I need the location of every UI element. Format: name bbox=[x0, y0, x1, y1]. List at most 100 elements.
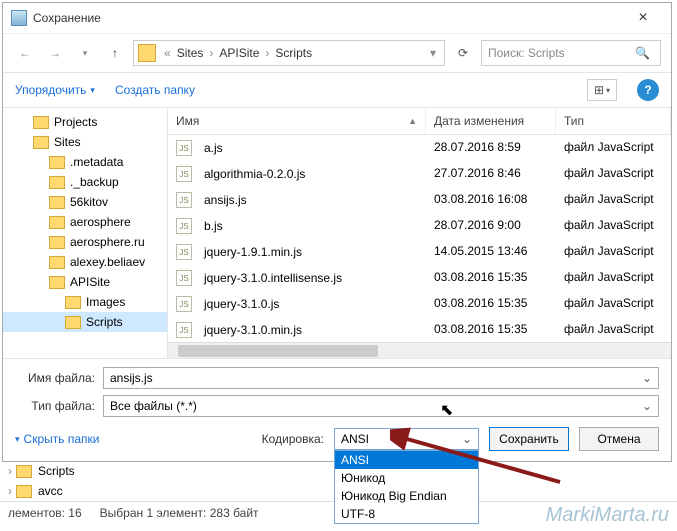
file-type: файл JavaScript bbox=[556, 164, 671, 184]
file-row[interactable]: JSjquery-3.1.0.min.js03.08.2016 15:35фай… bbox=[168, 317, 671, 342]
encoding-option[interactable]: Юникод bbox=[335, 469, 478, 487]
folder-icon bbox=[65, 316, 81, 329]
breadcrumb-item[interactable]: Sites bbox=[175, 46, 206, 60]
folder-icon bbox=[33, 136, 49, 149]
tree-item[interactable]: alexey.beliaev bbox=[3, 252, 167, 272]
file-name: jquery-3.1.0.intellisense.js bbox=[204, 271, 342, 285]
dialog-title: Сохранение bbox=[33, 11, 623, 25]
file-type: файл JavaScript bbox=[556, 320, 671, 340]
file-type: файл JavaScript bbox=[556, 190, 671, 210]
chevron-icon: « bbox=[160, 46, 175, 60]
recent-button[interactable]: ▾ bbox=[73, 41, 97, 65]
tree-item[interactable]: Sites bbox=[3, 132, 167, 152]
forward-button[interactable]: → bbox=[43, 41, 67, 65]
file-type: файл JavaScript bbox=[556, 294, 671, 314]
encoding-option[interactable]: UTF-8 bbox=[335, 505, 478, 523]
encoding-option[interactable]: ANSI bbox=[335, 451, 478, 469]
tree-item-label: aerosphere.ru bbox=[70, 235, 145, 249]
sort-asc-icon: ▲ bbox=[408, 116, 417, 126]
folder-tree[interactable]: Projects Sites .metadata._backup 56kitov aer… bbox=[3, 108, 168, 358]
tree-item-label: 56kitov bbox=[70, 195, 108, 209]
js-file-icon: JS bbox=[176, 270, 192, 286]
file-date: 28.07.2016 9:00 bbox=[426, 216, 556, 236]
folder-icon bbox=[49, 156, 65, 169]
tree-item[interactable]: Images bbox=[3, 292, 167, 312]
bg-item-label: avcc bbox=[38, 484, 63, 498]
breadcrumb-item[interactable]: Scripts bbox=[273, 46, 314, 60]
folder-icon bbox=[49, 276, 65, 289]
search-placeholder: Поиск: Scripts bbox=[488, 46, 565, 60]
help-button[interactable]: ? bbox=[637, 79, 659, 101]
encoding-option[interactable]: Юникод Big Endian bbox=[335, 487, 478, 505]
chevron-down-icon[interactable]: ⌄ bbox=[642, 371, 652, 385]
tree-item[interactable]: 56kitov bbox=[3, 192, 167, 212]
close-button[interactable]: × bbox=[623, 9, 663, 27]
encoding-dropdown[interactable]: ANSIЮникодЮникод Big EndianUTF-8 bbox=[334, 450, 479, 524]
toolbar: Упорядочить▾ Создать папку ⊞ ▾ ? bbox=[3, 73, 671, 108]
chevron-down-icon: ▾ bbox=[15, 434, 20, 445]
view-button[interactable]: ⊞ ▾ bbox=[587, 79, 617, 101]
tree-item[interactable]: Scripts bbox=[3, 312, 167, 332]
encoding-value: ANSI bbox=[341, 432, 369, 446]
tree-item[interactable]: Projects bbox=[3, 112, 167, 132]
tree-item-label: Sites bbox=[54, 135, 81, 149]
file-row[interactable]: JSalgorithmia-0.2.0.js27.07.2016 8:46фай… bbox=[168, 161, 671, 187]
tree-item-label: alexey.beliaev bbox=[70, 255, 145, 269]
file-name: ansijs.js bbox=[204, 193, 247, 207]
folder-icon bbox=[49, 236, 65, 249]
tree-item[interactable]: .metadata bbox=[3, 152, 167, 172]
col-date-header[interactable]: Дата изменения bbox=[426, 108, 556, 134]
tree-item[interactable]: ._backup bbox=[3, 172, 167, 192]
cancel-button[interactable]: Отмена bbox=[579, 427, 659, 451]
js-file-icon: JS bbox=[176, 322, 192, 338]
tree-item[interactable]: APISite bbox=[3, 272, 167, 292]
organize-button[interactable]: Упорядочить▾ bbox=[15, 83, 95, 97]
chevron-down-icon: ⌄ bbox=[462, 432, 472, 446]
up-button[interactable]: ↑ bbox=[103, 41, 127, 65]
file-name: jquery-3.1.0.js bbox=[204, 297, 279, 311]
horizontal-scrollbar[interactable] bbox=[168, 342, 671, 358]
filetype-select[interactable]: Все файлы (*.*)⌄ bbox=[103, 395, 659, 417]
file-row[interactable]: JSb.js28.07.2016 9:00файл JavaScript bbox=[168, 213, 671, 239]
file-date: 27.07.2016 8:46 bbox=[426, 164, 556, 184]
save-button[interactable]: Сохранить bbox=[489, 427, 569, 451]
encoding-label: Кодировка: bbox=[262, 432, 324, 446]
chevron-down-icon[interactable]: ▾ bbox=[426, 46, 440, 60]
hide-folders-button[interactable]: ▾Скрыть папки bbox=[15, 432, 99, 446]
tree-item[interactable]: aerosphere bbox=[3, 212, 167, 232]
nav-row: ← → ▾ ↑ « Sites › APISite › Scripts ▾ ⟳ … bbox=[3, 34, 671, 73]
file-type: файл JavaScript bbox=[556, 242, 671, 262]
file-name: jquery-3.1.0.min.js bbox=[204, 323, 302, 337]
folder-icon bbox=[16, 485, 32, 498]
file-row[interactable]: JSa.js28.07.2016 8:59файл JavaScript bbox=[168, 135, 671, 161]
breadcrumb-item[interactable]: APISite bbox=[217, 46, 261, 60]
js-file-icon: JS bbox=[176, 192, 192, 208]
status-selection: Выбран 1 элемент: 283 байт bbox=[100, 506, 259, 520]
mouse-cursor-icon: ⬉ bbox=[440, 400, 453, 420]
search-input[interactable]: Поиск: Scripts 🔍 bbox=[481, 40, 661, 66]
file-row[interactable]: JSjquery-3.1.0.js03.08.2016 15:35файл Ja… bbox=[168, 291, 671, 317]
file-row[interactable]: JSjquery-1.9.1.min.js14.05.2015 13:46фай… bbox=[168, 239, 671, 265]
chevron-icon: › bbox=[261, 46, 273, 60]
tree-item[interactable]: aerosphere.ru bbox=[3, 232, 167, 252]
chevron-icon: › bbox=[8, 464, 12, 478]
file-row[interactable]: JSjquery-3.1.0.intellisense.js03.08.2016… bbox=[168, 265, 671, 291]
refresh-button[interactable]: ⟳ bbox=[451, 41, 475, 65]
scrollbar-thumb[interactable] bbox=[178, 345, 378, 357]
col-name-header[interactable]: Имя▲ bbox=[168, 108, 426, 134]
search-icon: 🔍 bbox=[635, 46, 650, 60]
filename-input[interactable]: ansijs.js⌄ bbox=[103, 367, 659, 389]
new-folder-button[interactable]: Создать папку bbox=[115, 83, 195, 97]
encoding-select[interactable]: ANSI ⌄ bbox=[334, 428, 479, 450]
filetype-label: Тип файла: bbox=[15, 399, 95, 413]
breadcrumb[interactable]: « Sites › APISite › Scripts ▾ bbox=[133, 40, 445, 66]
back-button[interactable]: ← bbox=[13, 41, 37, 65]
file-list: Имя▲ Дата изменения Тип JSa.js28.07.2016… bbox=[168, 108, 671, 358]
chevron-icon: › bbox=[205, 46, 217, 60]
file-row[interactable]: JSansijs.js03.08.2016 16:08файл JavaScri… bbox=[168, 187, 671, 213]
file-rows[interactable]: JSa.js28.07.2016 8:59файл JavaScriptJSal… bbox=[168, 135, 671, 342]
col-type-header[interactable]: Тип bbox=[556, 108, 671, 134]
chevron-down-icon[interactable]: ⌄ bbox=[642, 399, 652, 413]
folder-icon bbox=[65, 296, 81, 309]
tree-item-label: aerosphere bbox=[70, 215, 131, 229]
